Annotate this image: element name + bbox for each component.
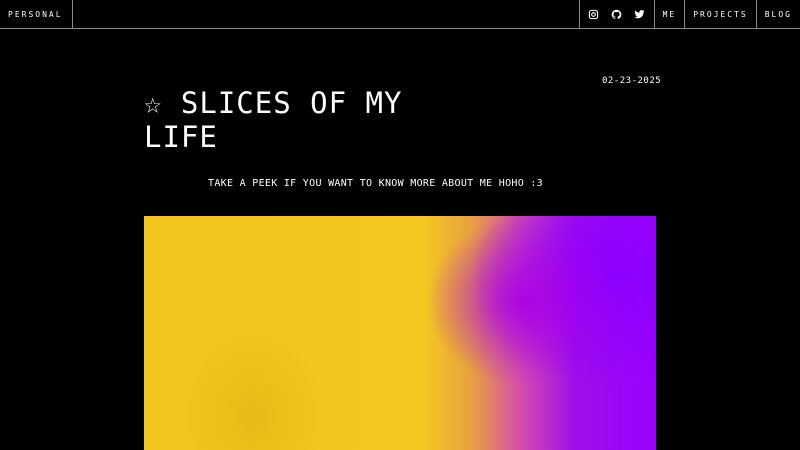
top-nav-bar: PERSONAL ME PROJECTS BLOG — [0, 0, 800, 29]
hero-gradient-image — [144, 216, 656, 450]
nav-link-projects[interactable]: PROJECTS — [684, 0, 756, 28]
post-subtitle: TAKE A PEEK IF YOU WANT TO KNOW MORE ABO… — [208, 178, 543, 189]
nav-link-blog[interactable]: BLOG — [755, 0, 800, 28]
social-links — [578, 0, 654, 28]
post-title: ☆ SLICES OF MY LIFE — [144, 86, 403, 154]
hero-gradient-shade — [144, 216, 656, 450]
post-date: 02-23-2025 — [602, 76, 662, 86]
github-icon[interactable] — [611, 9, 622, 20]
twitter-icon[interactable] — [634, 9, 645, 20]
instagram-icon[interactable] — [588, 9, 599, 20]
nav-link-me[interactable]: ME — [653, 0, 685, 28]
brand-link[interactable]: PERSONAL — [0, 0, 73, 28]
